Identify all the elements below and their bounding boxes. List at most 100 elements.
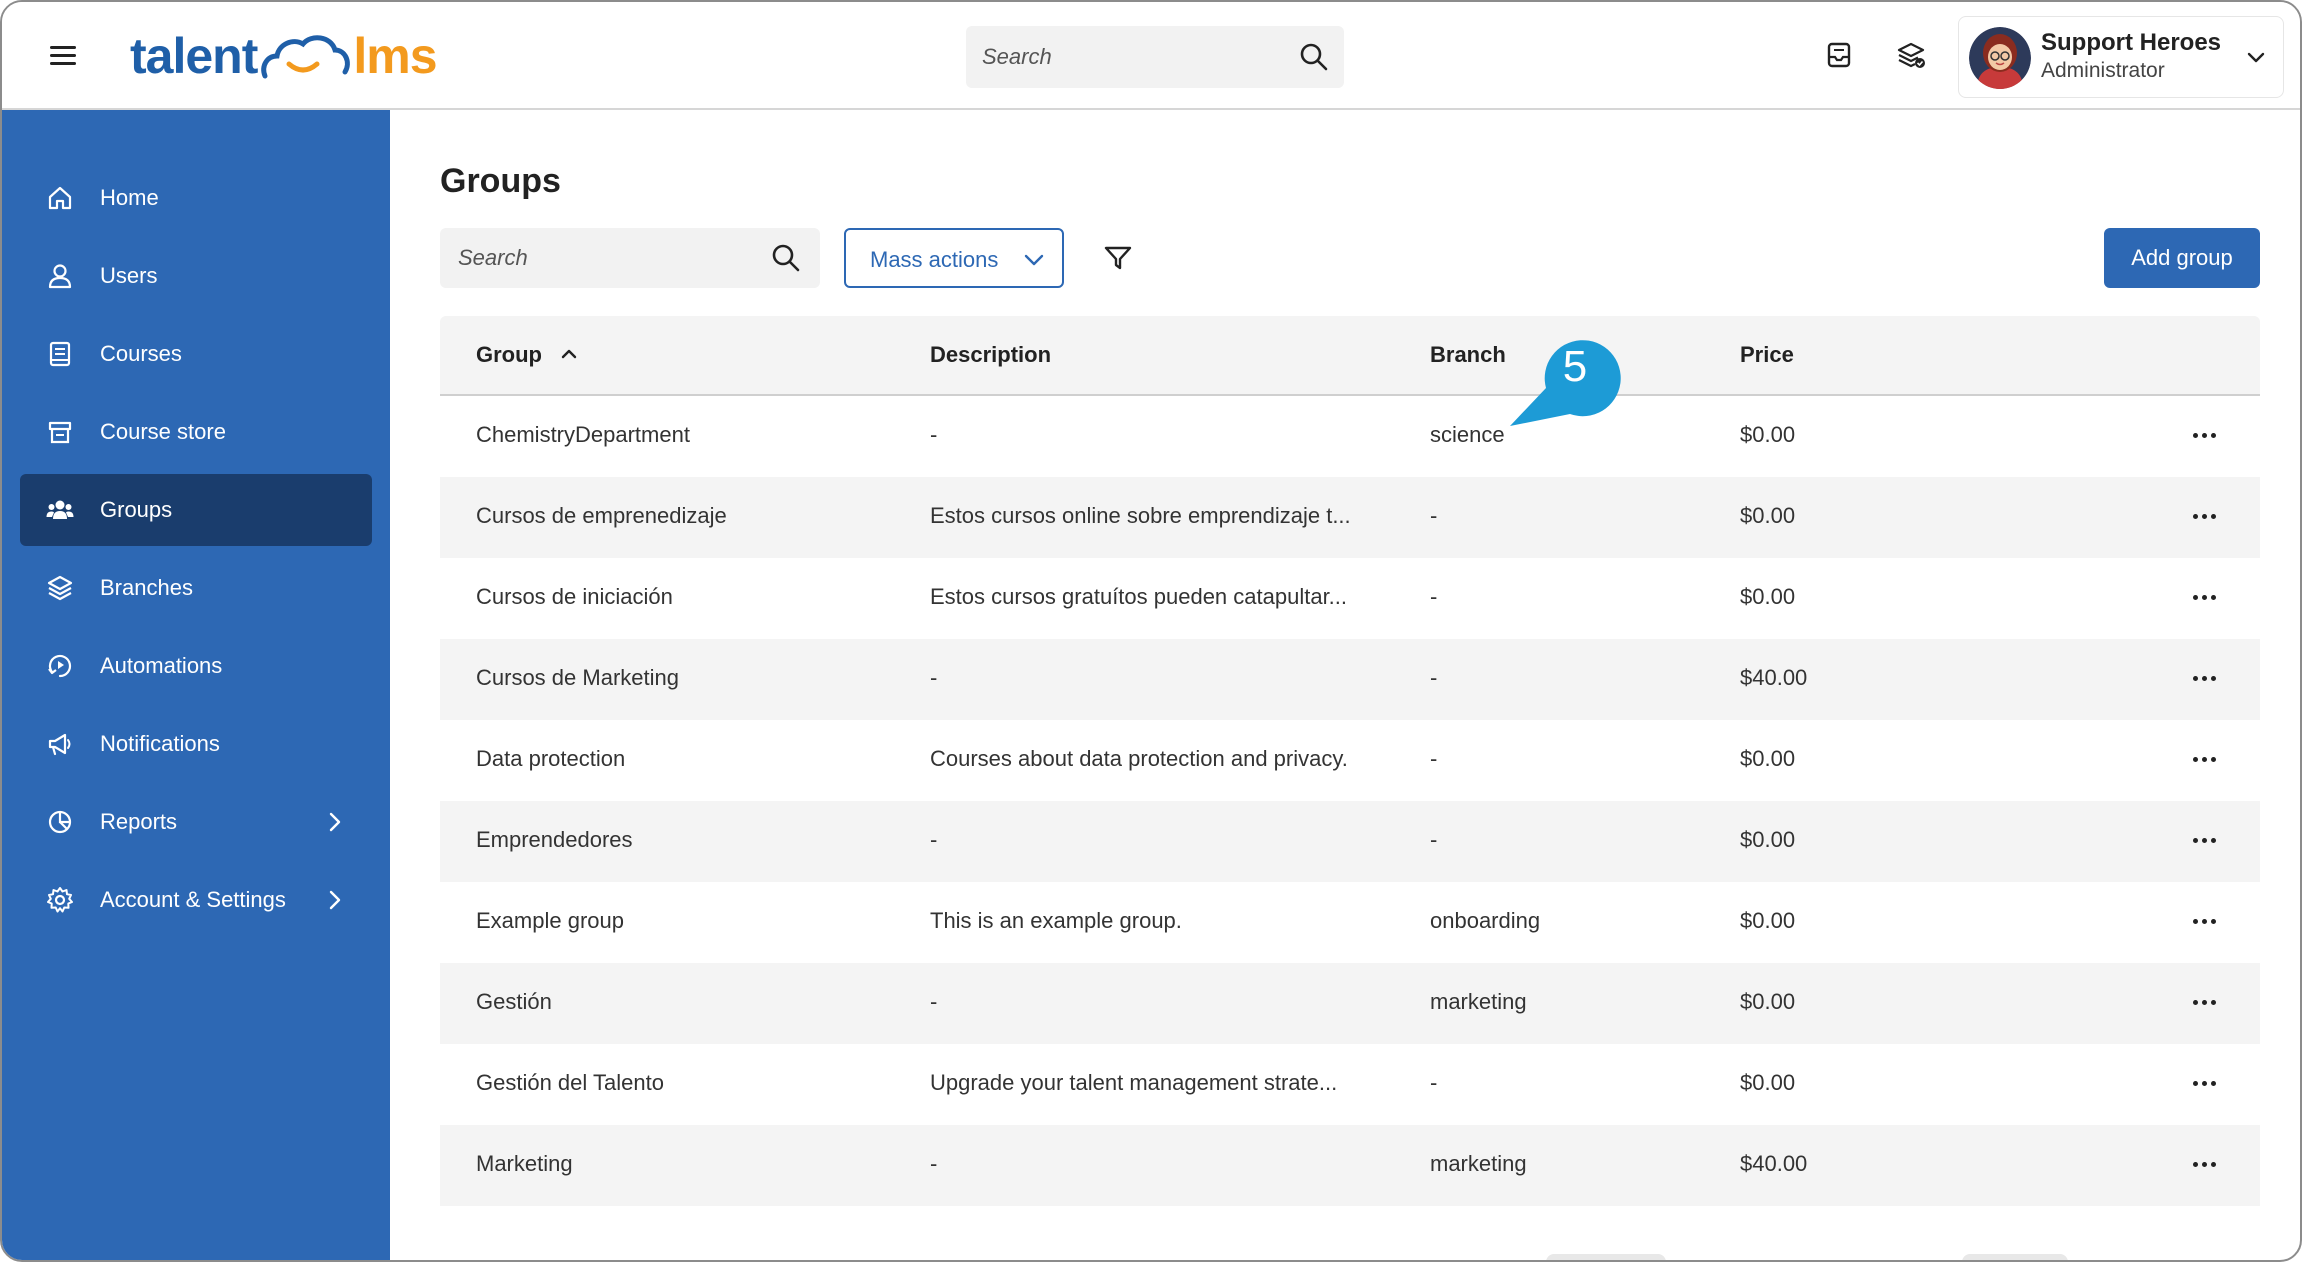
- row-options-icon[interactable]: [2186, 501, 2222, 531]
- cell-description: -: [930, 827, 938, 852]
- groups-icon: [46, 500, 74, 519]
- cell-price: $0.00: [1740, 1070, 1796, 1095]
- row-options-icon[interactable]: [2186, 1149, 2222, 1179]
- pie-chart-icon: [48, 810, 72, 834]
- cell-branch: onboarding: [1430, 908, 1541, 933]
- talentlms-logo[interactable]: talent lms: [130, 24, 438, 88]
- sidebar-item-automations[interactable]: Automations: [20, 630, 372, 702]
- cell-group[interactable]: Cursos de Marketing: [476, 665, 679, 691]
- table-row[interactable]: Data protection Courses about data prote…: [440, 720, 2260, 801]
- avatar: [1969, 27, 2031, 89]
- table-row[interactable]: Marketing - marketing $40.00: [440, 1125, 2260, 1206]
- sidebar-item-groups[interactable]: Groups: [20, 474, 372, 546]
- filter-icon[interactable]: [1102, 242, 1134, 274]
- table-row[interactable]: ChemistryDepartment - science $0.00: [440, 396, 2260, 477]
- table-row[interactable]: Gestión del Talento Upgrade your talent …: [440, 1044, 2260, 1125]
- add-group-button[interactable]: Add group: [2104, 228, 2260, 288]
- table-header: Group Description Branch Price: [440, 316, 2260, 396]
- row-options-icon[interactable]: [2186, 1068, 2222, 1098]
- mass-actions-dropdown[interactable]: Mass actions: [844, 228, 1064, 288]
- cell-group[interactable]: Gestión: [476, 989, 552, 1015]
- search-icon[interactable]: [1298, 41, 1330, 73]
- cell-branch: -: [1430, 1070, 1438, 1095]
- cell-group[interactable]: Data protection: [476, 746, 625, 772]
- table-row[interactable]: Example group This is an example group. …: [440, 882, 2260, 963]
- user-name: Support Heroes: [2041, 29, 2222, 56]
- callout-number: 5: [1562, 342, 1588, 391]
- table-row[interactable]: Cursos de iniciación Estos cursos gratuí…: [440, 558, 2260, 639]
- cell-description: This is an example group.: [930, 908, 1182, 933]
- cell-group[interactable]: Cursos de emprenedizaje: [476, 503, 727, 529]
- layers-icon: [47, 575, 73, 601]
- catalog-icon[interactable]: [1896, 40, 1926, 70]
- cell-group[interactable]: Marketing: [476, 1151, 573, 1177]
- table-row[interactable]: Cursos de emprenedizaje Estos cursos onl…: [440, 477, 2260, 558]
- sidebar-item-branches[interactable]: Branches: [20, 552, 372, 624]
- row-options-icon[interactable]: [2186, 906, 2222, 936]
- column-header-description[interactable]: Description: [930, 342, 1051, 368]
- cell-description: Upgrade your talent management strate...: [930, 1070, 1338, 1095]
- page-title: Groups: [440, 162, 561, 200]
- cell-description: Estos cursos gratuítos pueden catapultar…: [930, 584, 1348, 609]
- sidebar-item-courses[interactable]: Courses: [20, 318, 372, 390]
- logo-text-lms: lms: [353, 28, 437, 84]
- cell-price: $0.00: [1740, 746, 1796, 771]
- home-icon: [48, 186, 72, 210]
- cell-branch: -: [1430, 827, 1438, 852]
- pagination-control: [1962, 1254, 2068, 1260]
- messages-icon[interactable]: [1824, 40, 1854, 70]
- groups-search-input[interactable]: [458, 228, 758, 288]
- column-header-branch[interactable]: Branch: [1430, 342, 1506, 368]
- column-header-group[interactable]: Group: [476, 342, 580, 368]
- sidebar-item-label: Account & Settings: [100, 887, 286, 912]
- cell-branch: science: [1430, 422, 1505, 447]
- megaphone-icon: [48, 733, 71, 756]
- table-row[interactable]: Cursos de Marketing - - $40.00: [440, 639, 2260, 720]
- cell-group[interactable]: Gestión del Talento: [476, 1070, 664, 1096]
- column-header-price[interactable]: Price: [1740, 342, 1794, 368]
- cell-description: -: [930, 1151, 938, 1176]
- row-options-icon[interactable]: [2186, 825, 2222, 855]
- row-options-icon[interactable]: [2186, 744, 2222, 774]
- row-options-icon[interactable]: [2186, 582, 2222, 612]
- cell-group[interactable]: Emprendedores: [476, 827, 633, 853]
- menu-icon[interactable]: [50, 46, 76, 66]
- cell-price: $0.00: [1740, 827, 1796, 852]
- sidebar-item-home[interactable]: Home: [20, 162, 372, 234]
- table-row[interactable]: Gestión - marketing $0.00: [440, 963, 2260, 1044]
- cell-group[interactable]: Example group: [476, 908, 624, 934]
- row-options-icon[interactable]: [2186, 663, 2222, 693]
- sidebar-item-label: Course store: [100, 419, 226, 444]
- cloud-logo-icon: [261, 35, 351, 79]
- cell-group[interactable]: Cursos de iniciación: [476, 584, 673, 610]
- chevron-right-icon: [329, 812, 341, 832]
- groups-table: Group Description Branch Price Chemistry…: [440, 316, 2260, 1206]
- cell-price: $40.00: [1740, 665, 1808, 690]
- row-options-icon[interactable]: [2186, 420, 2222, 450]
- sidebar-item-reports[interactable]: Reports: [20, 786, 372, 858]
- sidebar-item-course-store[interactable]: Course store: [20, 396, 372, 468]
- cell-branch: marketing: [1430, 989, 1527, 1014]
- cell-price: $0.00: [1740, 584, 1796, 609]
- sidebar-item-notifications[interactable]: Notifications: [20, 708, 372, 780]
- chevron-right-icon: [329, 890, 341, 910]
- user-menu[interactable]: Support Heroes Administrator: [1958, 16, 2284, 98]
- global-search-input[interactable]: [982, 26, 1282, 88]
- app-window: talent lms Search Support Heroes Adminis…: [0, 0, 2302, 1262]
- column-header-label: Group: [476, 342, 542, 367]
- table-row[interactable]: Emprendedores - - $0.00: [440, 801, 2260, 882]
- cell-price: $40.00: [1740, 1151, 1808, 1176]
- chevron-down-icon[interactable]: [2245, 47, 2267, 69]
- store-icon: [48, 421, 72, 444]
- sidebar-item-users[interactable]: Users: [20, 240, 372, 312]
- cell-branch: -: [1430, 746, 1438, 771]
- chevron-down-icon: [1024, 254, 1044, 266]
- sidebar-item-label: Reports: [100, 809, 178, 834]
- sidebar: Home Users Courses Course store Groups B…: [2, 110, 390, 1260]
- cell-branch: -: [1430, 665, 1438, 690]
- sidebar-item-label: Home: [100, 185, 159, 210]
- cell-group[interactable]: ChemistryDepartment: [476, 422, 690, 448]
- sidebar-item-account-settings[interactable]: Account & Settings: [20, 864, 372, 936]
- search-icon[interactable]: [770, 242, 802, 274]
- row-options-icon[interactable]: [2186, 987, 2222, 1017]
